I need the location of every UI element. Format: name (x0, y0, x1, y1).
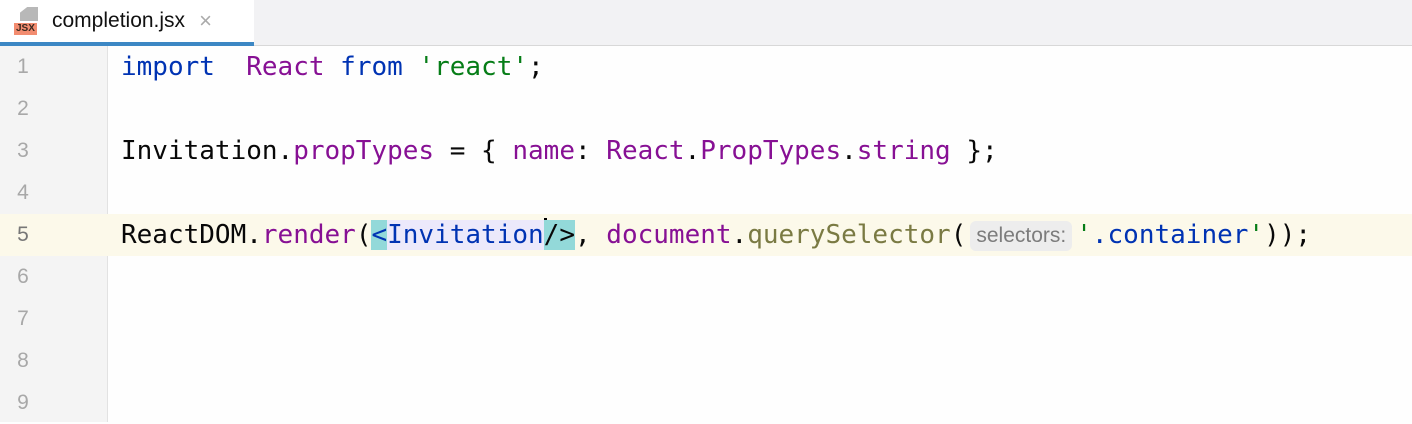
code-token: Invitation. (121, 136, 293, 166)
line-number: 9 (0, 382, 46, 424)
code-token: from (340, 52, 403, 82)
code-token: import (121, 52, 215, 82)
jsx-file-icon: JSX (14, 5, 44, 37)
tab-bar: JSX completion.jsx × (0, 0, 1412, 46)
tab-completion-jsx[interactable]: JSX completion.jsx × (0, 0, 254, 46)
code-token: name (512, 136, 575, 166)
code-line[interactable]: 7 (0, 298, 1412, 340)
code-token: React (246, 52, 324, 82)
code-token: React (606, 136, 684, 166)
code-token: . (685, 136, 701, 166)
code-token: ' (1248, 220, 1264, 250)
code-token: propTypes (293, 136, 434, 166)
code-token: PropTypes (700, 136, 841, 166)
code-token: < (371, 220, 387, 250)
code-token: querySelector (747, 220, 951, 250)
line-number: 1 (0, 46, 46, 88)
code-token: : (575, 136, 606, 166)
code-token: ReactDOM. (121, 220, 262, 250)
tab-label: completion.jsx (52, 9, 185, 33)
code-token: ( (356, 220, 372, 250)
code-token: string (857, 136, 951, 166)
line-number: 8 (0, 340, 46, 382)
code-line[interactable]: 2 (0, 88, 1412, 130)
code-token (325, 52, 341, 82)
parameter-hint: selectors: (970, 221, 1072, 251)
code-token: /> (544, 220, 575, 250)
code-line[interactable]: 3 Invitation.propTypes = { name: React.Pr… (0, 130, 1412, 172)
code-line[interactable]: 5ReactDOM.render(<Invitation/>, document… (0, 214, 1412, 256)
code-line[interactable]: 8 (0, 340, 1412, 382)
line-number: 6 (0, 256, 46, 298)
code-token: }; (951, 136, 998, 166)
code-text: import React from 'react'; (121, 46, 544, 88)
code-token: .container (1092, 220, 1249, 250)
code-editor[interactable]: 1 import React from 'react'; 23 Invitation.… (0, 46, 1412, 422)
code-token: ( (951, 220, 967, 250)
code-line[interactable]: 1 import React from 'react'; (0, 46, 1412, 88)
line-number: 3 (0, 130, 46, 172)
code-token: . (732, 220, 748, 250)
code-token: , (575, 220, 606, 250)
code-line[interactable]: 6 (0, 256, 1412, 298)
code-line[interactable]: 9 (0, 382, 1412, 424)
code-text: Invitation.propTypes = { name: React.Pro… (121, 130, 998, 172)
code-token: ' (1076, 220, 1092, 250)
code-token: 'react' (418, 52, 528, 82)
code-token: document (606, 220, 731, 250)
code-token: Invitation (387, 220, 544, 250)
code-token (215, 52, 246, 82)
line-number: 5 (0, 214, 46, 256)
code-token: render (262, 220, 356, 250)
code-token: ; (528, 52, 544, 82)
code-token: . (841, 136, 857, 166)
code-token (403, 52, 419, 82)
code-token: )); (1264, 220, 1311, 250)
line-number: 7 (0, 298, 46, 340)
line-number: 4 (0, 172, 46, 214)
code-line[interactable]: 4 (0, 172, 1412, 214)
code-text: ReactDOM.render(<Invitation/>, document.… (121, 214, 1311, 256)
close-tab-icon[interactable]: × (199, 8, 212, 34)
code-token: = { (434, 136, 512, 166)
line-number: 2 (0, 88, 46, 130)
